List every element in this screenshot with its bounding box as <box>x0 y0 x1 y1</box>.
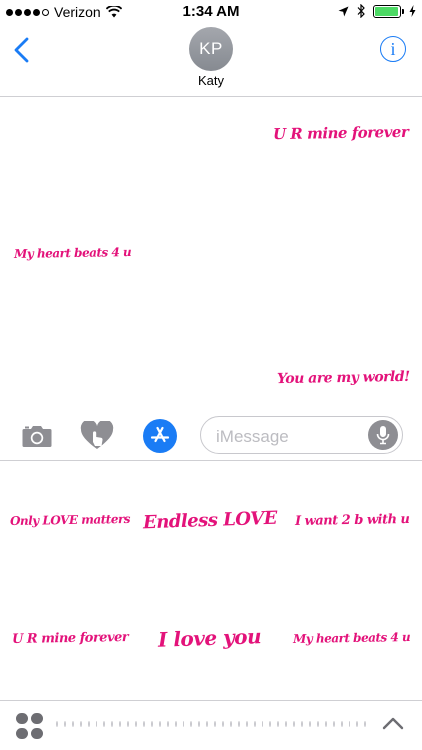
page-dot <box>364 721 367 727</box>
app-drawer-grid-icon[interactable] <box>16 713 46 739</box>
sticker-message[interactable]: You are my world! <box>277 369 410 387</box>
bluetooth-icon <box>357 4 365 18</box>
page-dot <box>158 721 161 727</box>
contact-name[interactable]: Katy <box>0 73 422 88</box>
sticker-message[interactable]: My heart beats 4 u <box>14 245 131 261</box>
page-dot <box>87 721 90 727</box>
page-dot <box>79 721 82 727</box>
page-dot <box>301 721 303 727</box>
page-dot <box>56 721 58 727</box>
sticker-text: I want 2 b with u <box>294 511 410 529</box>
sticker-text: My heart beats 4 u <box>293 629 411 647</box>
sticker-text: I love you <box>158 624 262 652</box>
page-dot <box>245 721 248 727</box>
page-dot <box>285 721 288 727</box>
page-dot <box>214 721 217 727</box>
page-dot <box>103 721 106 727</box>
page-dot <box>119 721 122 727</box>
page-dot <box>316 721 319 727</box>
page-dot <box>237 721 240 727</box>
page-dot <box>340 721 343 727</box>
battery-icon <box>373 4 404 18</box>
app-page-indicator <box>56 721 367 731</box>
digital-touch-button[interactable] <box>80 419 114 453</box>
app-strip <box>0 700 422 750</box>
microphone-button[interactable] <box>368 420 398 450</box>
microphone-icon <box>376 426 390 445</box>
page-dot <box>127 721 130 727</box>
status-bar: Verizon 1:34 AM <box>0 0 422 24</box>
back-chevron-icon[interactable] <box>10 36 34 64</box>
page-dot <box>261 721 264 727</box>
page-dot <box>95 721 98 727</box>
sticker-cell[interactable]: U R mine forever <box>0 579 140 697</box>
digital-touch-heart-icon <box>80 421 114 449</box>
app-store-icon <box>150 426 170 443</box>
page-dot <box>198 721 201 727</box>
sticker-cell[interactable]: My heart beats 4 u <box>282 579 422 697</box>
sticker-cell[interactable]: I love you <box>140 579 280 697</box>
page-dot <box>206 721 209 727</box>
sticker-text: Only LOVE matters <box>9 511 131 529</box>
sticker-message[interactable]: U R mine forever <box>273 123 409 143</box>
sticker-text: Endless LOVE <box>142 507 278 533</box>
sticker-cell[interactable]: Endless LOVE <box>140 461 280 579</box>
sticker-drawer: Only LOVE matters Endless LOVE I want 2 … <box>0 460 422 700</box>
info-button[interactable]: i <box>380 36 406 62</box>
location-arrow-icon <box>338 6 349 16</box>
page-dot <box>324 721 327 727</box>
page-dot <box>229 721 232 727</box>
page-dot <box>309 721 311 727</box>
page-dot <box>166 721 169 727</box>
camera-icon <box>22 426 52 447</box>
chevron-up-icon[interactable] <box>382 715 404 731</box>
message-input[interactable]: iMessage <box>200 416 403 454</box>
page-dot <box>174 721 177 727</box>
avatar[interactable]: KP <box>189 27 233 71</box>
conversation-header: KP Katy i <box>0 24 422 97</box>
page-dot <box>142 721 145 727</box>
page-dot <box>190 721 193 727</box>
camera-button[interactable] <box>20 419 54 453</box>
sticker-cell[interactable]: I want 2 b with u <box>282 461 422 579</box>
page-dot <box>332 721 335 727</box>
page-dot <box>150 721 153 727</box>
page-dot <box>222 721 224 727</box>
page-dot <box>253 721 256 727</box>
page-dot <box>182 721 185 727</box>
charging-bolt-icon <box>409 5 416 17</box>
status-right <box>338 4 416 18</box>
page-dot <box>135 721 137 727</box>
sticker-cell[interactable]: Only LOVE matters <box>0 461 140 579</box>
app-store-button[interactable] <box>143 419 177 453</box>
sticker-text: U R mine forever <box>11 629 129 647</box>
page-dot <box>71 721 74 727</box>
message-input-placeholder: iMessage <box>216 427 289 446</box>
conversation-area: U R mine forever My heart beats 4 u You … <box>0 98 422 408</box>
page-dot <box>63 721 66 727</box>
page-dot <box>356 721 359 727</box>
page-dot <box>111 721 114 727</box>
composer-bar: iMessage <box>0 410 422 460</box>
page-dot <box>293 721 296 727</box>
page-dot <box>277 721 280 727</box>
page-dot <box>269 721 272 727</box>
page-dot <box>348 721 351 727</box>
